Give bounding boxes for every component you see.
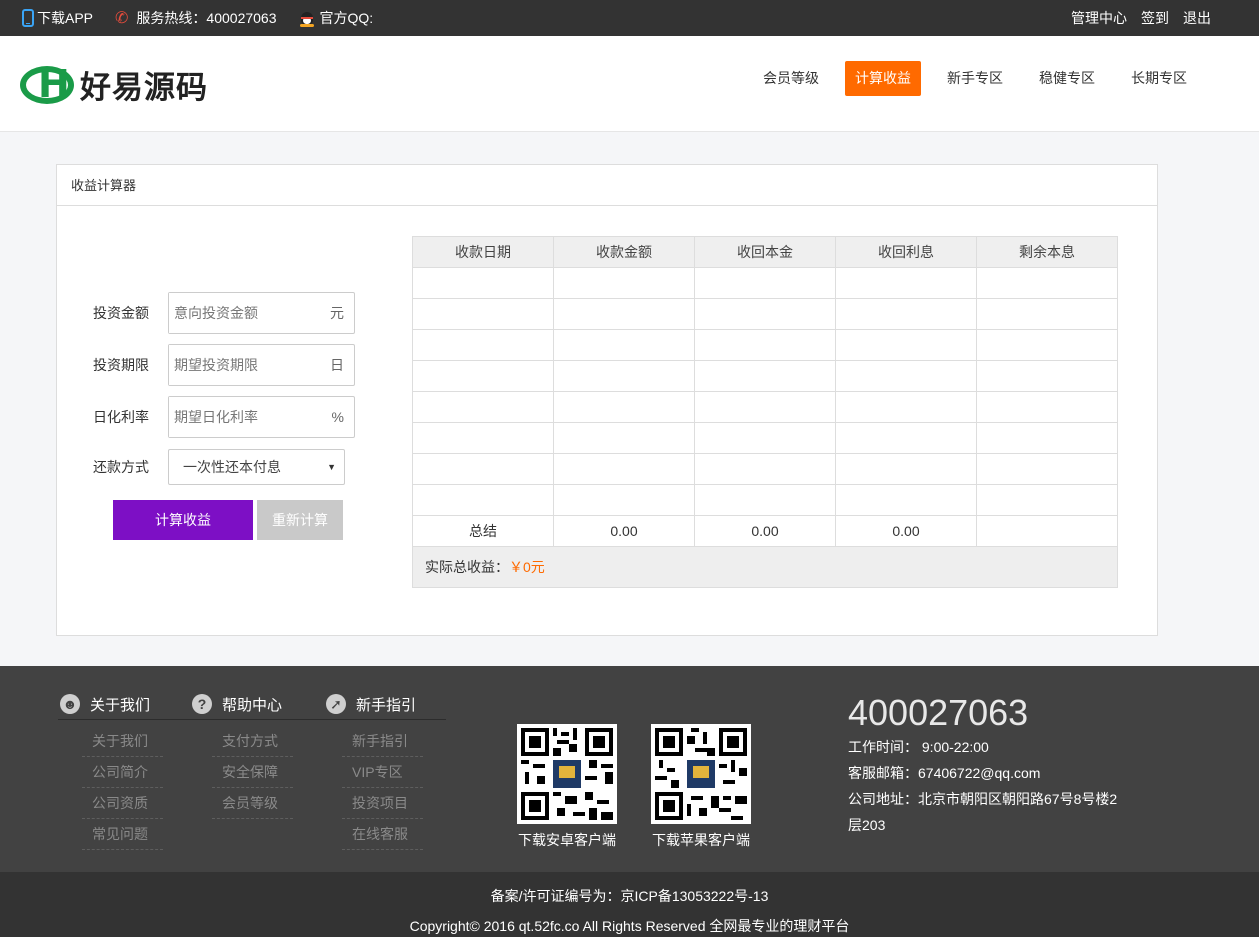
qr-ios[interactable]: 下载苹果客户端 (651, 724, 751, 850)
table-row (412, 329, 1118, 361)
download-app-link[interactable]: 下载APP (22, 8, 93, 28)
footer-link-vip-zone[interactable]: VIP专区 (342, 757, 423, 788)
logo-mark-icon: H (20, 62, 78, 106)
nav-newbie-zone[interactable]: 新手专区 (937, 61, 1013, 96)
col-date: 收款日期 (412, 236, 554, 268)
footer-link-security[interactable]: 安全保障 (212, 757, 293, 788)
investment-term-input[interactable] (169, 345, 319, 385)
sign-in-link[interactable]: 签到 (1141, 8, 1169, 28)
table-row (412, 298, 1118, 330)
footer-link-company-intro[interactable]: 公司简介 (82, 757, 163, 788)
table-row (412, 422, 1118, 454)
logout-link[interactable]: 退出 (1183, 8, 1211, 28)
daily-rate-field: % (168, 396, 355, 438)
earnings-calculator-panel: 收益计算器 投资金额 元 投资期限 日 日化利率 % 还款方式 一次性还本付息 … (56, 164, 1158, 636)
footer-col-newbie: ➚ 新手指引 新手指引 VIP专区 投资项目 在线客服 (326, 690, 423, 850)
result-table: 收款日期 收款金额 收回本金 收回利息 剩余本息 总结 0.00 0.00 0.… (412, 236, 1118, 547)
table-row (412, 267, 1118, 299)
footer-link-company-credentials[interactable]: 公司资质 (82, 788, 163, 819)
users-icon: ☻ (60, 694, 80, 714)
qr-android[interactable]: 下载安卓客户端 (517, 724, 617, 850)
footer-link-about-us[interactable]: 关于我们 (82, 726, 163, 757)
site-header: H 好易源码 会员等级 计算收益 新手专区 稳健专区 长期专区 (0, 36, 1259, 132)
repay-method-row: 还款方式 一次性还本付息 ▼ (93, 449, 345, 485)
mobile-phone-icon (22, 9, 34, 27)
daily-rate-row: 日化利率 % (93, 396, 355, 438)
copyright-bar: 备案/许可证编号为：京ICP备13053222号-13 Copyright© 2… (0, 872, 1259, 937)
service-email[interactable]: 67406722@qq.com (918, 765, 1040, 781)
col-interest: 收回利息 (835, 236, 977, 268)
nav-calc-earnings[interactable]: 计算收益 (845, 61, 921, 96)
caret-down-icon: ▼ (327, 462, 336, 472)
footer-link-projects[interactable]: 投资项目 (342, 788, 423, 819)
nav-member-level[interactable]: 会员等级 (753, 61, 829, 96)
compass-icon: ➚ (326, 694, 346, 714)
table-row (412, 484, 1118, 516)
col-principal: 收回本金 (694, 236, 836, 268)
investment-term-row: 投资期限 日 (93, 344, 355, 386)
investment-amount-field: 元 (168, 292, 355, 334)
contact-info: 400027063 工作时间： 9:00-22:00 客服邮箱：67406722… (848, 692, 1118, 833)
footer-col-about: ☻ 关于我们 关于我们 公司简介 公司资质 常见问题 (60, 690, 163, 850)
icp-record: 备案/许可证编号为：京ICP备13053222号-13 (490, 888, 769, 904)
investment-amount-input[interactable] (169, 293, 319, 333)
nav-steady-zone[interactable]: 稳健专区 (1029, 61, 1105, 96)
top-bar: 下载APP ✆ 服务热线： 400027063 官方QQ: 管理中心 签到 退出 (0, 0, 1259, 36)
footer-link-payment[interactable]: 支付方式 (212, 726, 293, 757)
table-row (412, 360, 1118, 392)
table-row (412, 391, 1118, 423)
question-icon: ? (192, 694, 212, 714)
col-remaining: 剩余本息 (976, 236, 1118, 268)
repay-method-select[interactable]: 一次性还本付息 ▼ (168, 449, 345, 485)
official-qq: 官方QQ: (299, 8, 373, 28)
service-phone: 400027063 (848, 692, 1029, 733)
total-row: 总结 0.00 0.00 0.00 (412, 515, 1118, 547)
telephone-icon: ✆ (115, 10, 129, 27)
investment-term-field: 日 (168, 344, 355, 386)
footer-link-newbie-guide[interactable]: 新手指引 (342, 726, 423, 757)
site-footer: ☻ 关于我们 关于我们 公司简介 公司资质 常见问题 ? 帮助中心 支付方式 安… (0, 666, 1259, 872)
col-amount: 收款金额 (553, 236, 695, 268)
table-header-row: 收款日期 收款金额 收回本金 收回利息 剩余本息 (412, 236, 1118, 268)
reset-button[interactable]: 重新计算 (257, 500, 343, 540)
footer-link-online-service[interactable]: 在线客服 (342, 819, 423, 850)
admin-center-link[interactable]: 管理中心 (1071, 8, 1127, 28)
table-row (412, 453, 1118, 485)
footer-col-help: ? 帮助中心 支付方式 安全保障 会员等级 (192, 690, 293, 819)
main-nav: 会员等级 计算收益 新手专区 稳健专区 长期专区 (737, 61, 1197, 96)
site-logo[interactable]: H 好易源码 (20, 60, 208, 108)
daily-rate-input[interactable] (169, 397, 319, 437)
nav-long-term-zone[interactable]: 长期专区 (1121, 61, 1197, 96)
actual-total-bar: 实际总收益：￥0元 (412, 547, 1118, 588)
hotline: ✆ 服务热线： 400027063 (115, 10, 277, 27)
investment-amount-row: 投资金额 元 (93, 292, 355, 334)
actual-total-value: ￥0元 (509, 559, 545, 575)
copyright-text: Copyright© 2016 qt.52fc.co All Rights Re… (409, 918, 850, 934)
qr-code-icon (517, 724, 617, 824)
footer-link-member-level[interactable]: 会员等级 (212, 788, 293, 819)
qq-penguin-icon (299, 9, 315, 27)
qr-code-icon (651, 724, 751, 824)
result-table-wrap: 收款日期 收款金额 收回本金 收回利息 剩余本息 总结 0.00 0.00 0.… (412, 236, 1118, 588)
footer-link-faq[interactable]: 常见问题 (82, 819, 163, 850)
panel-title: 收益计算器 (57, 165, 1157, 206)
calculate-button[interactable]: 计算收益 (113, 500, 253, 540)
